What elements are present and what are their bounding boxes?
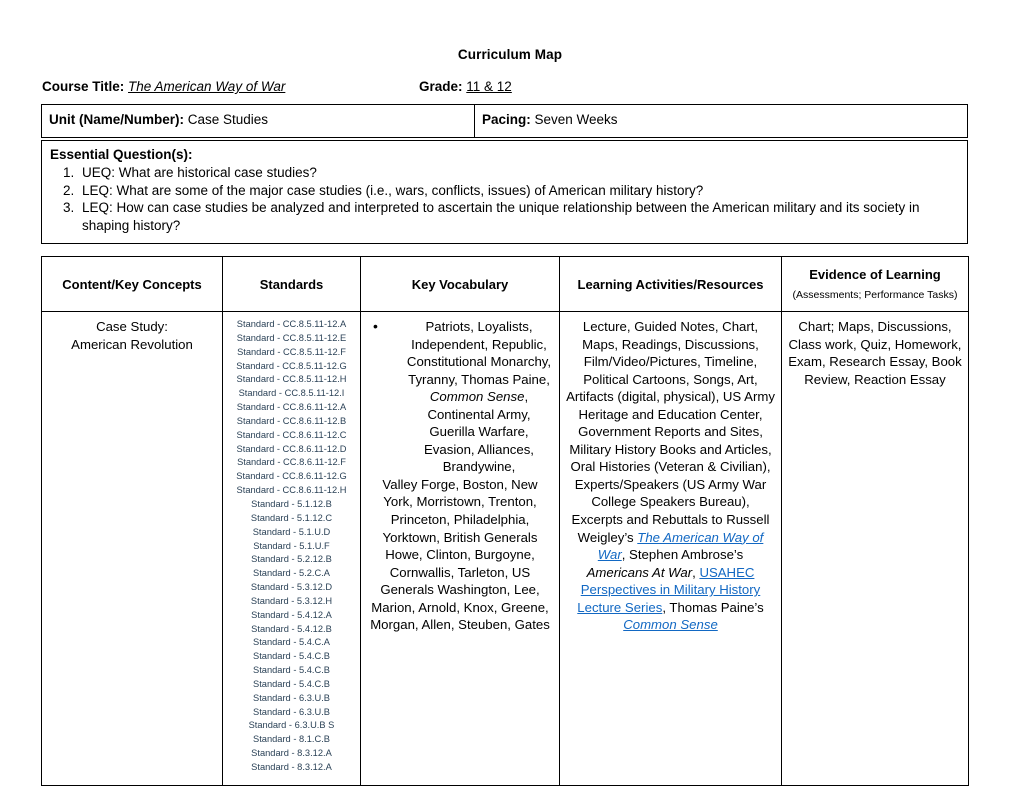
unit-pacing-table: Unit (Name/Number): Case Studies Pacing:… <box>41 103 968 139</box>
course-title-label: Course Title: <box>42 79 125 94</box>
table-row: Essential Question(s): UEQ: What are his… <box>41 139 968 245</box>
learning-italic-americans-at-war: Americans At War <box>586 564 693 580</box>
curriculum-table: Content/Key Concepts Standards Key Vocab… <box>41 256 969 786</box>
vocabulary-italic-1: Common Sense <box>429 389 525 405</box>
cell-content-key-concepts: Case Study: American Revolution <box>41 311 223 786</box>
standard-item: Standard - 5.1.12.C <box>250 512 333 523</box>
standard-item: Standard - 6.3.U.B <box>253 706 330 717</box>
standard-item: Standard - CC.8.5.11-12.I <box>238 388 345 399</box>
list-item: UEQ: What are historical case studies? <box>78 164 959 182</box>
standard-item: Standard - 5.4.C.B <box>253 651 330 662</box>
standard-item: Standard - CC.8.6.11-12.B <box>236 415 347 426</box>
standard-item: Standard - 5.3.12.H <box>250 595 333 606</box>
standard-item: Standard - 5.1.12.B <box>251 498 332 509</box>
vocabulary-part-3: Valley Forge, Boston, New York, Morristo… <box>370 476 550 633</box>
vocabulary-part-1: Patriots, Loyalists, Independent, Republ… <box>406 319 552 387</box>
header-evidence: Evidence of Learning (Assessments; Perfo… <box>781 256 969 312</box>
standard-item: Standard - 5.2.12.B <box>251 554 332 565</box>
standards-list: Standard - CC.8.5.11-12.A Standard - CC.8… <box>229 318 354 775</box>
standard-item: Standard - 6.3.U.B S <box>248 720 335 731</box>
vocabulary-bullet: Patriots, Loyalists, Independent, Republ… <box>367 317 553 476</box>
standard-item: Standard - 5.3.12.D <box>250 582 333 593</box>
header-standards: Standards <box>222 256 361 312</box>
standard-item: Standard - CC.8.6.11-12.A <box>236 402 347 413</box>
standard-item: Standard - CC.8.6.11-12.G <box>236 471 347 482</box>
standard-item: Standard - 5.4.12.A <box>251 609 332 620</box>
standard-item: Standard - 5.4.12.B <box>251 623 332 634</box>
header-learning: Learning Activities/Resources <box>559 256 782 312</box>
content-line-2: American Revolution <box>71 336 193 352</box>
cell-learning-activities: Lecture, Guided Notes, Chart, Maps, Read… <box>559 311 782 786</box>
standard-item: Standard - 5.4.C.B <box>253 678 330 689</box>
standard-item: Standard - CC.8.6.11-12.D <box>236 443 347 454</box>
table-row: Case Study: American Revolution Standard… <box>41 311 969 786</box>
grade-group: Grade: 11 & 12 <box>419 79 512 94</box>
list-item: LEQ: How can case studies be analyzed an… <box>78 199 959 235</box>
pacing-cell: Pacing: Seven Weeks <box>474 103 968 139</box>
learning-part-1: Lecture, Guided Notes, Chart, Maps, Read… <box>566 319 775 545</box>
standard-item: Standard - 6.3.U.B <box>253 692 330 703</box>
link-common-sense[interactable]: Common Sense <box>623 617 718 632</box>
cell-standards: Standard - CC.8.5.11-12.A Standard - CC.8… <box>222 311 361 786</box>
essential-questions-heading: Essential Question(s): <box>50 147 193 162</box>
table-header-row: Content/Key Concepts Standards Key Vocab… <box>41 256 969 312</box>
standard-item: Standard - CC.8.5.11-12.E <box>236 332 347 343</box>
standard-item: Standard - 5.4.C.A <box>253 637 330 648</box>
grade-label: Grade: <box>419 79 463 94</box>
header-content: Content/Key Concepts <box>41 256 223 312</box>
course-info-line: Course Title: The American Way of War Gr… <box>42 79 972 94</box>
essential-questions-cell: Essential Question(s): UEQ: What are his… <box>41 139 968 245</box>
standard-item: Standard - 5.1.U.D <box>252 526 331 537</box>
standard-item: Standard - 5.2.C.A <box>253 568 330 579</box>
cell-key-vocabulary: Patriots, Loyalists, Independent, Republ… <box>360 311 560 786</box>
standard-item: Standard - CC.8.6.11-12.F <box>237 457 346 468</box>
standard-item: Standard - CC.8.5.11-12.G <box>236 360 347 371</box>
grade-value: 11 & 12 <box>466 79 512 94</box>
standard-item: Standard - 8.3.12.A <box>251 748 332 759</box>
content-line-1: Case Study: <box>96 319 168 334</box>
list-item: LEQ: What are some of the major case stu… <box>78 182 959 200</box>
standard-item: Standard - 8.3.12.A <box>251 762 332 772</box>
unit-label: Unit (Name/Number): <box>49 112 185 127</box>
standard-item: Standard - 5.4.C.B <box>253 665 330 676</box>
header-evidence-main: Evidence of Learning <box>809 267 941 282</box>
pacing-label: Pacing: <box>482 112 531 127</box>
standard-item: Standard - CC.8.5.11-12.A <box>236 319 347 329</box>
course-title-value: The American Way of War <box>128 79 286 94</box>
unit-value: Case Studies <box>184 112 269 127</box>
essential-questions-list: UEQ: What are historical case studies? L… <box>50 164 959 236</box>
standard-item: Standard - CC.8.6.11-12.H <box>236 485 347 496</box>
standard-item: Standard - CC.8.5.11-12.H <box>236 374 347 385</box>
unit-cell: Unit (Name/Number): Case Studies <box>41 103 475 139</box>
table-row: Unit (Name/Number): Case Studies Pacing:… <box>41 103 968 139</box>
essential-questions-table: Essential Question(s): UEQ: What are his… <box>41 139 968 245</box>
header-vocabulary: Key Vocabulary <box>360 256 560 312</box>
pacing-value: Seven Weeks <box>530 112 618 127</box>
learning-part-2: , Stephen Ambrose’s <box>621 547 744 563</box>
standard-item: Standard - 5.1.U.F <box>253 540 330 551</box>
standard-item: Standard - 8.1.C.B <box>253 734 330 745</box>
document-page: Curriculum Map Course Title: The America… <box>0 0 1020 788</box>
standard-item: Standard - CC.8.5.11-12.F <box>237 346 346 357</box>
header-evidence-sub: (Assessments; Performance Tasks) <box>792 289 958 301</box>
cell-evidence-of-learning: Chart; Maps, Discussions, Class work, Qu… <box>781 311 969 786</box>
learning-part-4: , Thomas Paine’s <box>662 599 764 615</box>
page-title: Curriculum Map <box>457 47 563 62</box>
standard-item: Standard - CC.8.6.11-12.C <box>236 429 347 440</box>
